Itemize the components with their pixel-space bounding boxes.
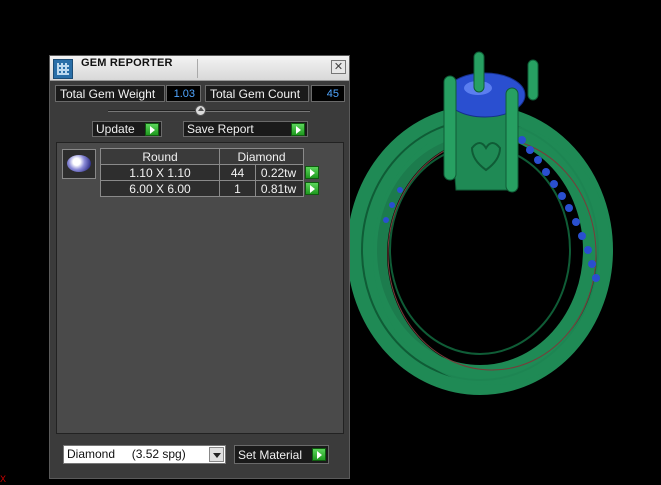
gem-reporter-icon: [53, 59, 73, 79]
window-title: GEM REPORTER: [81, 57, 173, 69]
table-row[interactable]: 1.10 X 1.10 44 0.22tw: [100, 164, 322, 181]
total-count-value: 45: [311, 85, 345, 102]
save-report-button[interactable]: Save Report: [183, 121, 308, 137]
title-divider: [197, 59, 198, 78]
axis-indicator: X: [0, 474, 7, 484]
round-gem-icon: [62, 149, 96, 179]
set-material-button[interactable]: Set Material: [234, 445, 329, 464]
material-select[interactable]: Diamond (3.52 spg): [63, 445, 226, 464]
gem-weight: 0.81tw: [255, 180, 304, 197]
update-label: Update: [96, 122, 135, 136]
total-weight-value: 1.03: [166, 85, 201, 102]
play-arrow-icon[interactable]: [291, 123, 305, 136]
play-arrow-icon[interactable]: [145, 123, 159, 136]
gem-size: 1.10 X 1.10: [100, 164, 220, 181]
gem-table-header: Round Diamond: [100, 148, 322, 165]
material-footer: Diamond (3.52 spg) Set Material: [50, 438, 349, 478]
size-slider-thumb[interactable]: [195, 105, 206, 116]
material-header: Diamond: [219, 148, 304, 165]
set-material-label: Set Material: [238, 448, 303, 462]
gem-size: 6.00 X 6.00: [100, 180, 220, 197]
total-weight-label: Total Gem Weight: [55, 85, 165, 102]
ring-model[interactable]: [340, 40, 640, 400]
gem-reporter-panel: GEM REPORTER ✕ Total Gem Weight 1.03 Tot…: [49, 55, 350, 479]
play-arrow-icon[interactable]: [312, 448, 326, 461]
material-select-value: Diamond (3.52 spg): [67, 447, 186, 461]
gem-table: Round Diamond 1.10 X 1.10 44 0.22tw 6.00…: [100, 148, 322, 197]
update-button[interactable]: Update: [92, 121, 162, 137]
shape-header: Round: [100, 148, 220, 165]
gem-qty: 1: [219, 180, 256, 197]
table-row[interactable]: 6.00 X 6.00 1 0.81tw: [100, 180, 322, 197]
save-report-label: Save Report: [187, 122, 254, 136]
play-arrow-icon[interactable]: [305, 181, 319, 195]
gem-weight: 0.22tw: [255, 164, 304, 181]
gem-qty: 44: [219, 164, 256, 181]
chevron-down-icon[interactable]: [209, 447, 224, 462]
gem-list[interactable]: Round Diamond 1.10 X 1.10 44 0.22tw 6.00…: [56, 142, 344, 434]
play-arrow-icon[interactable]: [305, 165, 319, 179]
size-slider-track[interactable]: [108, 110, 310, 112]
titlebar[interactable]: GEM REPORTER ✕: [50, 56, 349, 81]
close-icon[interactable]: ✕: [331, 60, 346, 74]
total-count-label: Total Gem Count: [205, 85, 309, 102]
